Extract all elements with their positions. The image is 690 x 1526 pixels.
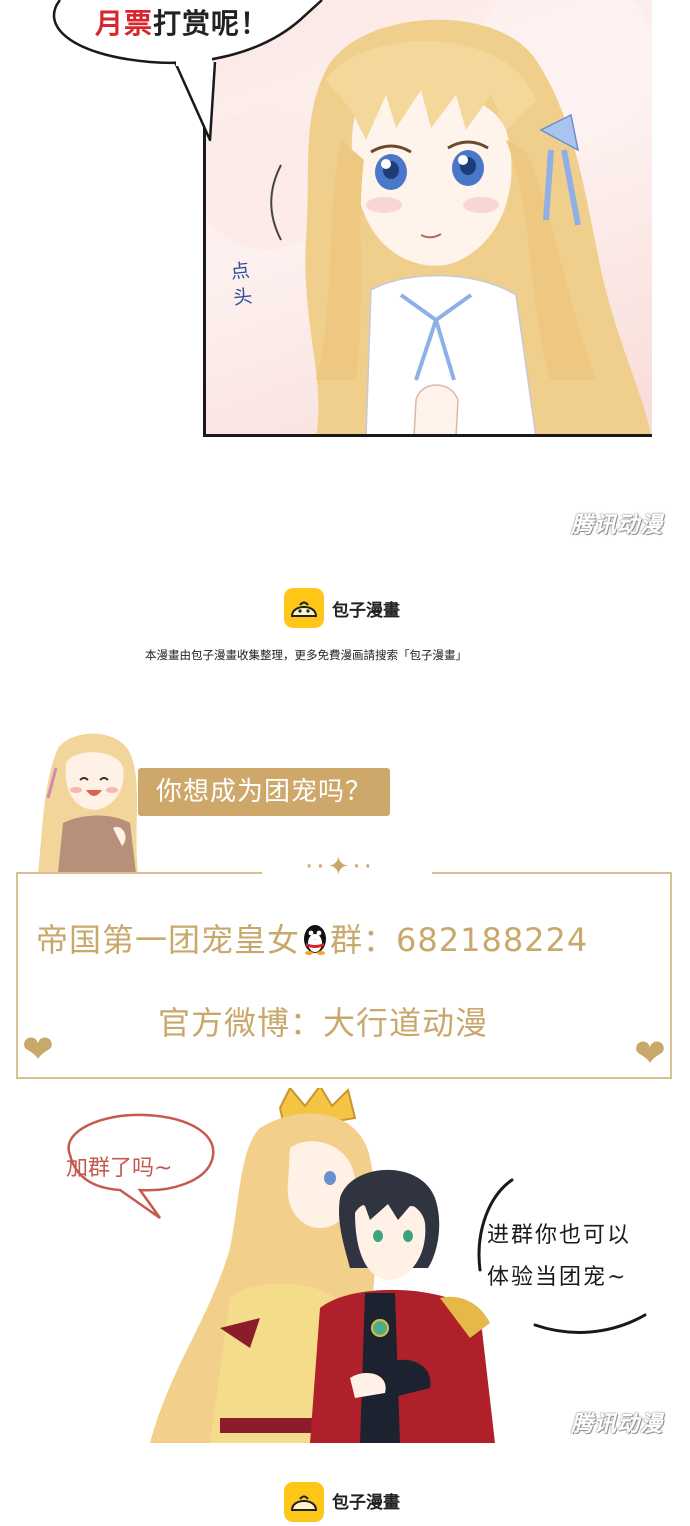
right-note-line2: 体验当团宠~ [487, 1265, 628, 1290]
chibi-girl-illustration [38, 733, 138, 873]
qq-group-line: 帝国第一团宠皇女 群：682188224 [36, 915, 588, 961]
qq-penguin-icon [300, 923, 330, 955]
source-notice: 本漫畫由包子漫畫收集整理，更多免費漫画請搜索「包子漫畫」 [145, 648, 467, 662]
speech-text: 月票打赏呢！ [95, 2, 269, 42]
watermark: 腾讯动漫 [571, 1412, 664, 1437]
promo-question: 你想成为团宠吗？ [138, 768, 391, 816]
sparkle-ornament-icon: ··✦·· [305, 852, 375, 882]
right-note-text: 进群你也可以 体验当团宠~ [487, 1215, 631, 1299]
qq-group-label: 帝国第一团宠皇女 [36, 921, 301, 959]
left-bubble-text: 加群了吗~ [66, 1156, 173, 1181]
onomatopoeia-text: 点头 [229, 259, 254, 310]
logo-name: 包子漫畫 [332, 1493, 400, 1513]
speech-highlight: 月票 [95, 7, 154, 40]
page: { "panel1": { "speech_red": "月票", "speec… [0, 0, 690, 1522]
heart-right-icon: ❤ [634, 1031, 666, 1075]
watermark: 腾讯动漫 [571, 513, 664, 538]
baozi-logo-icon [284, 588, 324, 628]
baozi-logo-icon [284, 1482, 324, 1522]
logo-name: 包子漫畫 [332, 601, 400, 621]
right-note-line1: 进群你也可以 [487, 1223, 632, 1248]
heart-left-icon: ❤ [22, 1027, 54, 1071]
weibo-line: 官方微博：大行道动漫 [158, 1004, 489, 1042]
promo-card [16, 872, 672, 1079]
qq-group-number: 群：682188224 [330, 921, 589, 959]
speech-rest: 打赏呢！ [153, 7, 270, 40]
